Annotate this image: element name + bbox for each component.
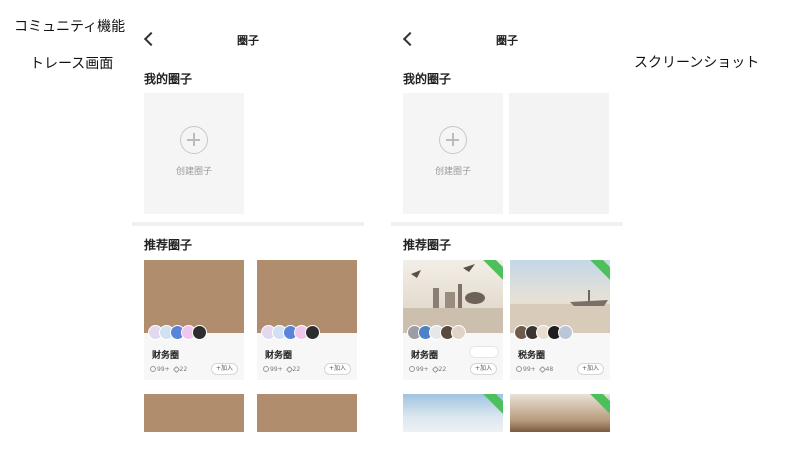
join-button[interactable]: +加入 [323,363,351,375]
create-circle-label: 创建圈子 [175,167,212,177]
nav-title: 圈子 [237,34,259,47]
my-circles-title: 我的圈子 [144,72,193,86]
feature-label: コミュニティ機能 [14,19,126,35]
badge-ribbon [589,394,610,416]
circle-name: 财务圈 [152,351,180,361]
join-button[interactable]: +加入 [576,363,604,375]
circle-card-next[interactable] [510,394,610,432]
section-divider [391,222,623,226]
post-icon [431,365,439,374]
my-circle-tile[interactable] [509,93,609,214]
member-icon [516,366,522,372]
member-count: 99+ [523,366,536,373]
circle-cover-photo [403,260,503,333]
circle-card-next[interactable] [257,394,357,432]
circle-card-next[interactable] [144,394,244,432]
circle-cover-photo [510,394,610,432]
circle-card[interactable]: 税务圈 99+ 48 +加入 [510,260,610,380]
boat-photo [510,290,610,333]
circle-stats: 99+ 48 [516,365,554,374]
plus-icon [180,126,208,154]
member-count: 99+ [416,366,429,373]
member-count: 99+ [270,366,283,373]
avatar [451,325,466,340]
screenshot-screen: 圈子 我的圈子 创建圈子 推荐圈子 财务圈 99+ 22 +加入 税务圈 99+… [391,26,623,432]
nav-bar: 圈子 [132,26,364,54]
member-icon [409,366,415,372]
post-count: 48 [545,366,554,373]
tag-pill [469,346,499,358]
circle-cover-placeholder [257,394,357,432]
badge-ribbon [482,394,503,416]
screenshot-label: スクリーンショット [634,55,760,71]
join-button[interactable]: +加入 [469,363,497,375]
circle-stats: 99+ 22 [263,365,301,374]
circle-name: 税务圈 [518,351,546,361]
circle-card[interactable]: 财务圈 99+ 22 +加入 [257,260,357,380]
nav-bar: 圈子 [391,26,623,54]
post-count: 22 [292,366,301,373]
post-count: 22 [438,366,447,373]
circle-cover-placeholder [144,260,244,333]
post-count: 22 [179,366,188,373]
circle-name: 财务圈 [411,351,439,361]
join-button[interactable]: +加入 [210,363,238,375]
circle-cover-photo [510,260,610,333]
post-icon [285,365,293,374]
recommended-circles-title: 推荐圈子 [144,238,193,252]
create-circle-tile[interactable]: 创建圈子 [144,93,244,214]
circle-name: 财务圈 [265,351,293,361]
circle-card[interactable]: 财务圈 99+ 22 +加入 [144,260,244,380]
circle-cover-placeholder [144,394,244,432]
avatar [558,325,573,340]
avatar [192,325,207,340]
circle-cover-photo [403,394,503,432]
circle-card[interactable]: 财务圈 99+ 22 +加入 [403,260,503,380]
create-circle-tile[interactable]: 创建圈子 [403,93,503,214]
post-icon [172,365,180,374]
circle-stats: 99+ 22 [150,365,188,374]
avatar [305,325,320,340]
my-circles-title: 我的圈子 [403,72,452,86]
trace-screen: 圈子 我的圈子 创建圈子 推荐圈子 财务圈 99+ 22 +加入 财务圈 99+… [132,26,364,432]
member-icon [150,366,156,372]
member-count: 99+ [157,366,170,373]
member-icon [263,366,269,372]
recommended-circles-title: 推荐圈子 [403,238,452,252]
circle-card-next[interactable] [403,394,503,432]
section-divider [132,222,364,226]
plus-icon [439,126,467,154]
post-icon [538,365,546,374]
circle-cover-placeholder [257,260,357,333]
nav-title: 圈子 [496,34,518,47]
trace-label: トレース画面 [30,56,114,72]
circle-stats: 99+ 22 [409,365,447,374]
city-photo [403,264,503,333]
create-circle-label: 创建圈子 [434,167,471,177]
